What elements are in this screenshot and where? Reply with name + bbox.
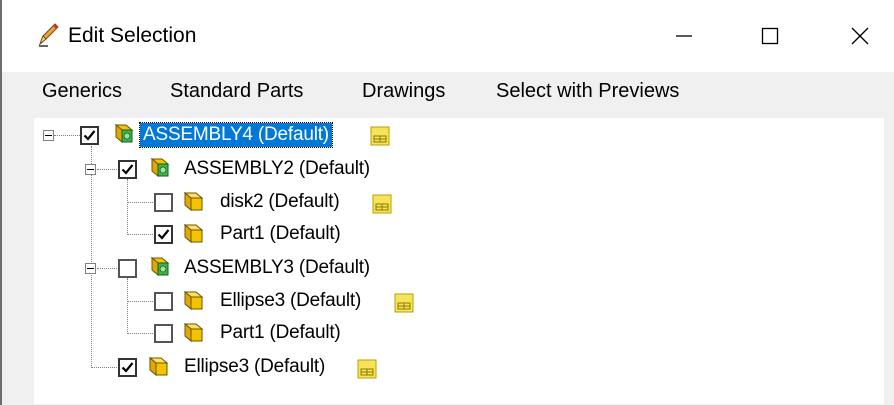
menu-bar: Generics Standard Parts Drawings Select … (2, 72, 894, 110)
close-icon (851, 27, 869, 45)
selection-tree[interactable]: ASSEMBLY4 (Default) ASSEMBLY2 (Default) (34, 118, 884, 404)
assembly-icon (142, 255, 174, 281)
part-icon (177, 320, 209, 346)
tree-item-part1[interactable]: Part1 (Default) (34, 318, 434, 348)
tree-item-ellipse3[interactable]: Ellipse3 (Default) (34, 352, 434, 382)
tree-item-checkbox[interactable] (118, 160, 137, 179)
tree-item-label[interactable]: Ellipse3 (Default) (220, 289, 361, 313)
maximize-button[interactable] (746, 14, 794, 58)
part-icon (142, 354, 174, 380)
tree-item-checkbox[interactable] (154, 225, 173, 244)
tree-item-label[interactable]: Part1 (Default) (220, 321, 341, 345)
maximize-icon (761, 27, 779, 45)
menu-generics[interactable]: Generics (42, 78, 122, 104)
tree-item-assembly4[interactable]: ASSEMBLY4 (Default) (34, 121, 434, 151)
tree-item-label[interactable]: Ellipse3 (Default) (184, 355, 325, 379)
tree-item-checkbox[interactable] (154, 324, 173, 343)
pencil-icon (36, 22, 60, 48)
collapse-toggle[interactable] (85, 263, 96, 274)
tree-item-label[interactable]: ASSEMBLY2 (Default) (184, 157, 370, 181)
preview-available-icon[interactable] (357, 359, 377, 379)
tree-item-disk2[interactable]: disk2 (Default) (34, 187, 434, 217)
tree-item-checkbox[interactable] (118, 259, 137, 278)
collapse-toggle[interactable] (43, 130, 54, 141)
checkmark-icon (157, 229, 170, 240)
preview-available-icon[interactable] (372, 194, 392, 214)
title-bar[interactable]: Edit Selection (2, 0, 894, 72)
tree-item-assembly3[interactable]: ASSEMBLY3 (Default) (34, 253, 434, 283)
close-button[interactable] (836, 14, 884, 58)
menu-drawings[interactable]: Drawings (362, 78, 445, 104)
minimize-icon (676, 35, 692, 37)
window-title: Edit Selection (68, 24, 197, 47)
tree-item-checkbox[interactable] (118, 358, 137, 377)
checkmark-icon (121, 164, 134, 175)
collapse-toggle[interactable] (85, 164, 96, 175)
edit-selection-window: Edit Selection Generics Standard Parts D… (0, 0, 894, 405)
part-icon (177, 288, 209, 314)
tree-item-checkbox[interactable] (154, 292, 173, 311)
minimize-button[interactable] (660, 14, 708, 58)
tree-item-ellipse3[interactable]: Ellipse3 (Default) (34, 286, 434, 316)
preview-available-icon[interactable] (370, 126, 390, 146)
tree-item-label[interactable]: ASSEMBLY3 (Default) (184, 256, 370, 280)
tree-item-label[interactable]: ASSEMBLY4 (Default) (139, 122, 333, 148)
menu-select-with-previews[interactable]: Select with Previews (496, 78, 679, 104)
tree-item-label[interactable]: Part1 (Default) (220, 222, 341, 246)
tree-item-part1[interactable]: Part1 (Default) (34, 220, 434, 250)
assembly-icon (106, 122, 138, 148)
tree-item-label[interactable]: disk2 (Default) (220, 190, 340, 214)
menu-standard-parts[interactable]: Standard Parts (170, 78, 303, 104)
checkmark-icon (83, 130, 96, 141)
part-icon (177, 221, 209, 247)
tree-item-checkbox[interactable] (80, 126, 99, 145)
tree-item-checkbox[interactable] (154, 193, 173, 212)
preview-available-icon[interactable] (394, 293, 414, 313)
assembly-icon (142, 156, 174, 182)
checkmark-icon (121, 362, 134, 373)
tree-item-assembly2[interactable]: ASSEMBLY2 (Default) (34, 154, 434, 184)
part-icon (177, 189, 209, 215)
